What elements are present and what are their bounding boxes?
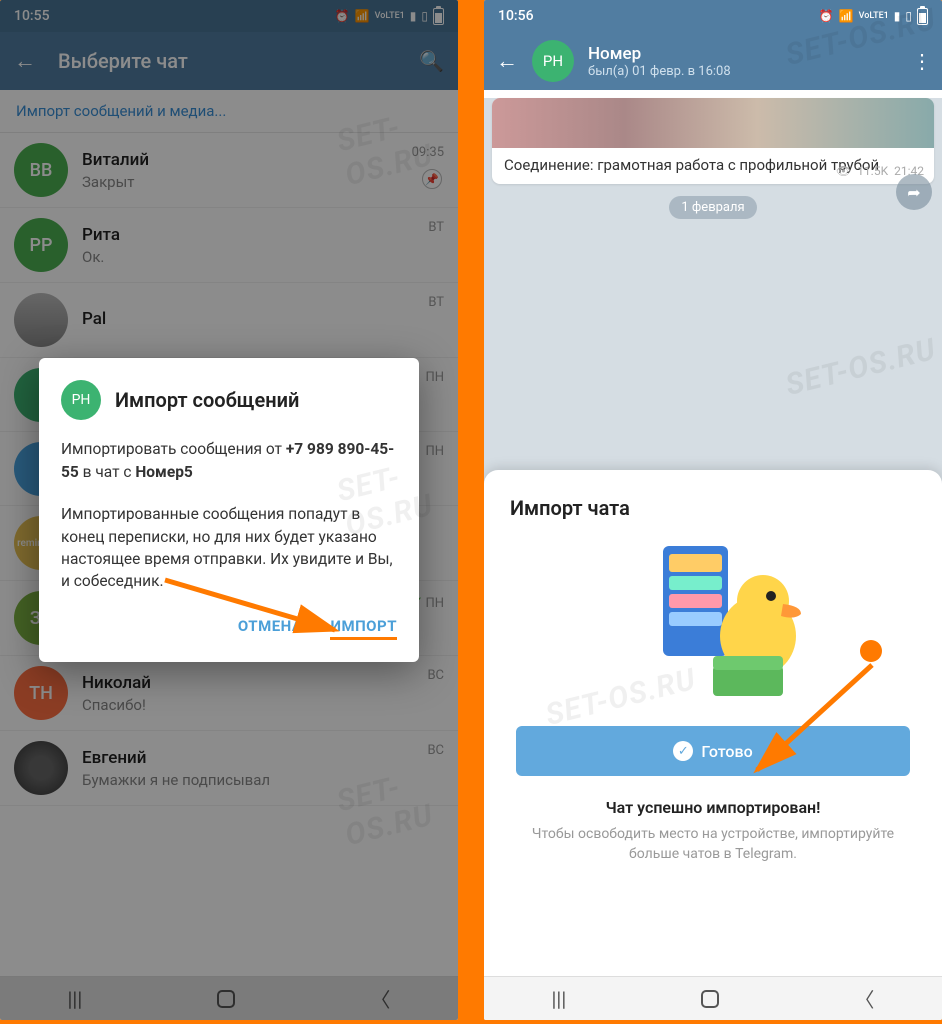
- recents-icon[interactable]: |||: [552, 987, 567, 1011]
- card-image: [492, 98, 934, 148]
- status-icons: ⏰ 📶 VoLTE1 ▮ ▯: [819, 8, 928, 25]
- wifi-icon: 📶: [839, 9, 854, 23]
- dialog-text-2: Импортированные сообщения попадут в коне…: [61, 503, 397, 593]
- done-button[interactable]: ✓ Готово: [516, 726, 910, 776]
- status-time: 10:56: [498, 8, 534, 24]
- dialog-text-1: Импортировать сообщения от +7 989 890-45…: [61, 438, 397, 483]
- check-icon: ✓: [673, 741, 693, 761]
- chat-header: ← РН Номер был(а) 01 февр. в 16:08 ⋮: [484, 32, 942, 90]
- android-nav-bar: ||| 〈: [484, 976, 942, 1020]
- import-dialog: РН Импорт сообщений Импортировать сообще…: [39, 358, 419, 662]
- signal-icon: ▯: [905, 9, 912, 23]
- battery-icon: [917, 8, 928, 25]
- cancel-button[interactable]: ОТМЕНА: [238, 617, 303, 640]
- card-text: Соединение: грамотная работа с профильно…: [492, 148, 934, 184]
- chat-name: Номер: [588, 44, 898, 64]
- status-bar: 10:56 ⏰ 📶 VoLTE1 ▮ ▯: [484, 0, 942, 32]
- message-card[interactable]: Соединение: грамотная работа с профильно…: [492, 98, 934, 184]
- chat-status: был(а) 01 февр. в 16:08: [588, 64, 898, 79]
- signal-icon: ▮: [894, 9, 901, 23]
- done-label: Готово: [701, 742, 752, 761]
- alarm-icon: ⏰: [819, 9, 834, 23]
- import-success-sheet: Импорт чата ✓ Готово Чат успешно импорти…: [484, 470, 942, 976]
- modal-overlay: РН Импорт сообщений Импортировать сообще…: [0, 0, 458, 1020]
- date-chip: 1 февраля: [669, 196, 756, 219]
- forward-button[interactable]: ➦: [896, 174, 932, 210]
- annotation-dot: [860, 640, 882, 662]
- sheet-title: Импорт чата: [510, 496, 916, 520]
- hint-text: Чтобы освободить место на устройстве, им…: [510, 825, 916, 864]
- back-nav-icon[interactable]: 〈: [854, 984, 874, 1013]
- more-icon[interactable]: ⋮: [912, 49, 930, 73]
- volte-icon: VoLTE1: [859, 11, 889, 21]
- dialog-title: Импорт сообщений: [115, 388, 299, 412]
- dialog-avatar: РН: [61, 380, 101, 420]
- right-screenshot: 10:56 ⏰ 📶 VoLTE1 ▮ ▯ ← РН Номер был(а) 01 фе…: [484, 0, 942, 1020]
- sticker-duck: [613, 536, 813, 706]
- import-button[interactable]: ИМПОРТ: [330, 617, 397, 640]
- avatar[interactable]: РН: [532, 40, 574, 82]
- chat-info[interactable]: Номер был(а) 01 февр. в 16:08: [588, 44, 898, 79]
- left-screenshot: 10:55 ⏰📶VoLTE1▮▯ ← Выберите чат 🔍 Импорт…: [0, 0, 458, 1020]
- eye-icon: 👁: [836, 164, 851, 178]
- home-icon[interactable]: [701, 990, 719, 1008]
- back-icon[interactable]: ←: [496, 48, 518, 74]
- success-text: Чат успешно импортирован!: [510, 798, 916, 817]
